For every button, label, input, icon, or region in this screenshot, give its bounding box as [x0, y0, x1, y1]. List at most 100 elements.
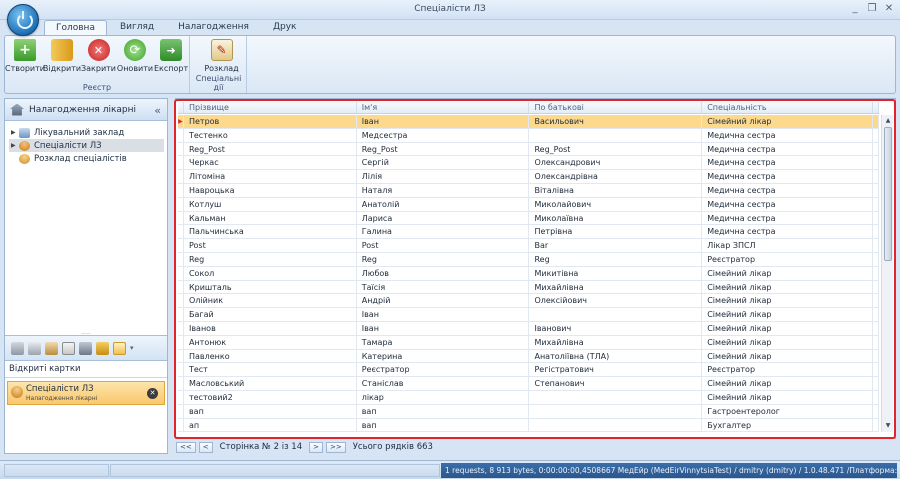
refresh-button[interactable]: Оновити	[117, 39, 153, 73]
table-row[interactable]: Кальман Лариса Миколаївна Медична сестра	[178, 211, 879, 226]
tab-home[interactable]: Головна	[44, 20, 107, 36]
tab-view[interactable]: Вигляд	[109, 20, 165, 36]
tab-settings[interactable]: Налагодження	[167, 20, 260, 36]
table-row[interactable]: Тестенко Медсестра Медична сестра	[178, 128, 879, 143]
table-row[interactable]: Кришталь Таїсія Михайлівна Сімейний лікар	[178, 280, 879, 295]
restore-button[interactable]: ❐	[867, 2, 877, 16]
cell-patronymic: Микитівна	[529, 266, 703, 280]
cell-lastname: Тест	[184, 363, 357, 377]
table-row[interactable]: тестовий2 лікар Сімейний лікар	[178, 390, 879, 405]
close-card-icon[interactable]: ✕	[147, 388, 158, 399]
table-row[interactable]: Олійник Андрій Олексійович Сімейний лікар	[178, 294, 879, 309]
first-page-button[interactable]: <<	[176, 441, 196, 453]
app-menu-orb-icon[interactable]	[7, 4, 39, 36]
cell-lastname: Олійник	[184, 294, 357, 308]
create-button[interactable]: Створити	[5, 39, 45, 73]
cell-patronymic: Михайлівна	[529, 280, 703, 294]
table-row[interactable]: Багай Іван Сімейний лікар	[178, 308, 879, 322]
table-row[interactable]: Черкас Сергій Олександрович Медична сестра	[178, 156, 879, 171]
collapse-panel-button[interactable]: «	[154, 104, 161, 117]
open-button[interactable]: Відкрити	[43, 39, 81, 73]
calendar-icon[interactable]	[62, 341, 75, 355]
book-icon[interactable]	[79, 341, 92, 355]
expand-arrow-icon[interactable]: ▶	[11, 142, 19, 149]
table-row[interactable]: ▶ Петров Іван Васильович Сімейний лікар	[178, 115, 879, 129]
export-button[interactable]: Експорт	[154, 39, 188, 73]
table-row[interactable]: Reg_Post Reg_Post Reg_Post Медична сестра	[178, 142, 879, 157]
tree-item-schedule[interactable]: Розклад спеціалістів	[9, 152, 167, 165]
table-row[interactable]: Масловський Станіслав Степанович Сімейний л…	[178, 377, 879, 391]
cell-patronymic	[529, 418, 703, 432]
hospital-settings-icon[interactable]	[113, 341, 126, 355]
cell-lastname: Антонюк	[184, 335, 357, 349]
ribbon: Створити Відкрити Закрити Оновити Експор…	[4, 35, 896, 94]
cell-firstname: Іван	[357, 321, 530, 335]
prev-page-button[interactable]: <	[198, 441, 213, 453]
cell-patronymic: Миколаївна	[529, 211, 703, 225]
tree-item-specialists[interactable]: ▶ Спеціалісти ЛЗ	[9, 139, 164, 152]
refresh-label: Оновити	[116, 64, 154, 73]
cell-patronymic: Іванович	[529, 321, 703, 335]
column-header-patronymic[interactable]: По батькові	[529, 102, 703, 113]
open-cards-label: Відкриті картки	[5, 364, 167, 378]
close-window-button[interactable]: ✕	[884, 2, 894, 16]
cell-lastname: Post	[184, 239, 357, 252]
title-bar: Спеціалісти ЛЗ _ ❐ ✕	[0, 0, 900, 20]
table-row[interactable]: Котлуш Анатолій Миколайович Медична сестра	[178, 197, 879, 212]
folder-icon[interactable]	[96, 341, 109, 355]
cell-specialty: Сімейний лікар	[702, 115, 873, 128]
open-card-title: Спеціалісти ЛЗ	[26, 384, 94, 394]
cell-specialty: Лікар ЗПСЛ	[702, 239, 873, 252]
window-title: Спеціалісти ЛЗ	[414, 4, 486, 14]
open-card-item[interactable]: Спеціалісти ЛЗ Налагодження лікарні ✕	[7, 381, 165, 405]
scroll-down-icon[interactable]: ▼	[882, 421, 894, 431]
close-icon	[87, 39, 110, 61]
cell-lastname: Літоміна	[184, 170, 357, 183]
table-row[interactable]: Пальчинська Галина Петрівна Медична сестра	[178, 225, 879, 240]
table-row[interactable]: ап вап Бухгалтер	[178, 418, 879, 433]
cell-patronymic	[529, 128, 703, 142]
table-row[interactable]: Іванов Іван Іванович Сімейний лікар	[178, 321, 879, 336]
table-row[interactable]: Post Post Bar Лікар ЗПСЛ	[178, 239, 879, 253]
cell-firstname: Наталя	[357, 183, 530, 197]
toolbar-more-icon[interactable]: ▾	[130, 344, 134, 352]
tree-item-hospital[interactable]: ▶ Лікувальний заклад	[9, 126, 167, 139]
report-icon[interactable]	[45, 341, 58, 355]
cell-patronymic: Віталівна	[529, 183, 703, 197]
cell-specialty: Медична сестра	[702, 183, 873, 197]
minimize-button[interactable]: _	[850, 2, 860, 16]
table-row[interactable]: вап вап Гастроентеролог	[178, 404, 879, 419]
table-row[interactable]: Антонюк Тамара Михайлівна Сімейний лікар	[178, 335, 879, 350]
table-row[interactable]: Reg Reg Reg Реєстратор	[178, 252, 879, 267]
cell-lastname: Петров	[184, 115, 357, 128]
cell-patronymic: Васильович	[529, 115, 703, 128]
next-page-button[interactable]: >	[309, 441, 323, 453]
schedule-button[interactable]: Розклад	[204, 39, 240, 73]
cell-lastname: Черкас	[184, 156, 357, 170]
cell-firstname: Медсестра	[357, 128, 530, 142]
document-icon[interactable]	[28, 341, 41, 355]
column-header-specialty[interactable]: Спеціальність	[702, 102, 873, 113]
table-row[interactable]: Тест Реєстратор Регістратович Реєстратор	[178, 363, 879, 378]
table-row[interactable]: Навроцька Наталя Віталівна Медична сестра	[178, 183, 879, 198]
scroll-up-icon[interactable]: ▲	[882, 116, 894, 126]
scroll-thumb[interactable]	[884, 127, 892, 261]
ribbon-group-label-special: Спеціальні дії	[195, 74, 242, 92]
pen-icon[interactable]	[11, 341, 24, 355]
last-page-button[interactable]: >>	[325, 441, 346, 453]
close-button[interactable]: Закрити	[81, 39, 116, 73]
specialist-icon	[11, 386, 23, 398]
table-row[interactable]: Літоміна Лілія Олександрівна Медична сестра	[178, 170, 879, 184]
vertical-scrollbar[interactable]: ▲ ▼	[881, 115, 893, 432]
column-header-firstname[interactable]: Ім'я	[357, 102, 530, 113]
column-header-lastname[interactable]: Прізвище	[184, 102, 357, 113]
cell-firstname: Любов	[357, 266, 530, 280]
tab-print[interactable]: Друк	[262, 20, 308, 36]
table-row[interactable]: Павленко Катерина Анатоліївна (ТЛА) Сімейни…	[178, 349, 879, 364]
table-row[interactable]: Сокол Любов Микитівна Сімейний лікар	[178, 266, 879, 281]
cell-specialty: Медична сестра	[702, 142, 873, 156]
expand-arrow-icon[interactable]: ▶	[11, 129, 19, 136]
cell-firstname: Іван	[357, 115, 530, 128]
cell-specialty: Медична сестра	[702, 128, 873, 142]
schedule-icon	[210, 39, 233, 61]
